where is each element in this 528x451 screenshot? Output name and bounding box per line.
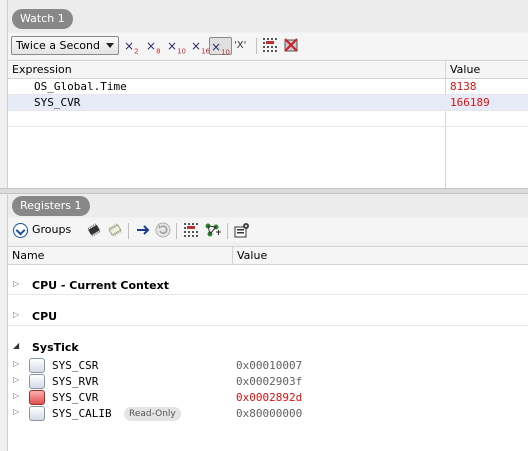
- format-signed-sub: 10: [221, 48, 230, 57]
- format-octal-sub: 8: [156, 47, 161, 56]
- register-row[interactable]: ▷ SYS_CSR 0x00010007: [8, 358, 528, 374]
- register-group-systick[interactable]: ◢ SysTick: [8, 327, 528, 357]
- format-decimal-button[interactable]: ×10: [167, 37, 186, 55]
- watch-value: 8138: [450, 80, 477, 93]
- register-name: SYS_CSR: [52, 359, 99, 372]
- format-signed-label: ×: [211, 40, 222, 54]
- value-column-header[interactable]: Value: [237, 249, 267, 262]
- format-octal-button[interactable]: ×8: [146, 37, 161, 55]
- register-icon: [29, 406, 45, 421]
- toolbar-separator: [256, 38, 257, 54]
- add-watch-icon[interactable]: [183, 222, 199, 241]
- register-value[interactable]: 0x80000000: [236, 407, 302, 420]
- table-row[interactable]: SYS_CVR 166189: [8, 95, 528, 111]
- toolbar-separator: [176, 223, 177, 239]
- register-icon: [29, 374, 45, 389]
- format-octal-label: ×: [146, 39, 157, 53]
- expand-arrow-icon[interactable]: ▷: [13, 359, 19, 368]
- group-label: CPU - Current Context: [32, 279, 169, 292]
- format-hex-label: ×: [191, 39, 202, 53]
- remove-all-watches-icon[interactable]: [283, 37, 299, 56]
- expand-arrow-icon[interactable]: ▷: [13, 375, 19, 384]
- refresh-icon[interactable]: [155, 222, 171, 241]
- collapse-arrow-icon[interactable]: ◢: [13, 341, 19, 350]
- pane-edge: [0, 0, 8, 188]
- format-binary-label: ×: [124, 39, 135, 53]
- format-signed-button[interactable]: ×10: [209, 37, 232, 57]
- registers-tab[interactable]: Registers 1: [12, 196, 90, 216]
- groups-label: Groups: [32, 223, 72, 236]
- pane-edge: [0, 194, 8, 451]
- expression-column-header[interactable]: Expression: [12, 63, 72, 76]
- empty-watch-row[interactable]: [8, 111, 528, 127]
- expand-arrow-icon[interactable]: ▷: [13, 391, 19, 400]
- graph-icon[interactable]: [204, 222, 222, 241]
- register-group-cpu[interactable]: ▷ CPU: [8, 296, 528, 326]
- settings-icon[interactable]: [233, 222, 251, 241]
- registers-table: Name Value ▷ CPU - Current Context ▷ CPU…: [8, 246, 528, 451]
- format-binary-button[interactable]: ×2: [124, 37, 139, 55]
- register-name: SYS_CALIB: [52, 407, 112, 420]
- chevron-down-icon: [13, 222, 28, 238]
- group-label: SysTick: [32, 341, 79, 354]
- watch-expression: OS_Global.Time: [34, 80, 127, 93]
- register-row[interactable]: ▷ SYS_RVR 0x0002903f: [8, 374, 528, 390]
- register-name: SYS_RVR: [52, 375, 99, 388]
- watch-expression: SYS_CVR: [34, 96, 81, 109]
- register-value[interactable]: 0x0002903f: [236, 375, 302, 388]
- watch-pane: Watch 1 Twice a Second ×2 ×8 ×10 ×16 ×10…: [0, 0, 528, 188]
- format-decimal-label: ×: [167, 39, 178, 53]
- register-group-cpu-current-context[interactable]: ▷ CPU - Current Context: [8, 265, 528, 295]
- chevron-down-icon: [106, 43, 114, 48]
- register-row[interactable]: ▷ SYS_CALIB Read-Only 0x80000000: [8, 406, 528, 422]
- register-icon: [29, 358, 45, 373]
- expand-arrow-icon[interactable]: ▷: [13, 407, 19, 416]
- format-char-button[interactable]: 'X': [234, 37, 246, 55]
- watch-tab[interactable]: Watch 1: [12, 9, 73, 29]
- name-column-header[interactable]: Name: [12, 249, 44, 262]
- registers-tabstrip: Registers 1: [8, 194, 528, 217]
- register-value[interactable]: 0x0002892d: [236, 391, 302, 404]
- toolbar-separator: [227, 223, 228, 239]
- refresh-rate-dropdown[interactable]: Twice a Second: [11, 36, 119, 55]
- peripheral-chip-icon[interactable]: [107, 222, 123, 241]
- arrow-right-icon[interactable]: [135, 222, 151, 241]
- registers-table-header: Name Value: [8, 247, 528, 265]
- registers-pane: Registers 1 Groups Name Value ▷ CPU - Cu…: [0, 194, 528, 451]
- watch-table: Expression Value OS_Global.Time 8138 SYS…: [8, 60, 528, 188]
- register-row[interactable]: ▷ SYS_CVR 0x0002892d: [8, 390, 528, 406]
- register-name: SYS_CVR: [52, 391, 99, 404]
- cpu-chip-icon[interactable]: [86, 222, 102, 241]
- register-value[interactable]: 0x00010007: [236, 359, 302, 372]
- refresh-rate-value: Twice a Second: [16, 39, 100, 52]
- value-column-header[interactable]: Value: [450, 63, 480, 76]
- table-row[interactable]: OS_Global.Time 8138: [8, 79, 528, 95]
- watch-table-header: Expression Value: [8, 61, 528, 79]
- column-divider[interactable]: [232, 247, 233, 265]
- watch-toolbar: Twice a Second ×2 ×8 ×10 ×16 ×10 'X': [8, 33, 528, 59]
- expand-arrow-icon[interactable]: ▷: [13, 310, 19, 319]
- watch-tabstrip: Watch 1: [8, 0, 528, 32]
- watch-value: 166189: [450, 96, 490, 109]
- read-only-badge: Read-Only: [124, 407, 181, 421]
- groups-button[interactable]: Groups: [13, 221, 71, 239]
- register-changed-icon: [29, 390, 45, 405]
- format-hex-button[interactable]: ×16: [191, 37, 210, 55]
- format-decimal-sub: 10: [177, 47, 186, 56]
- add-watch-icon[interactable]: [262, 37, 278, 56]
- format-binary-sub: 2: [134, 47, 139, 56]
- group-label: CPU: [32, 310, 58, 323]
- registers-toolbar: Groups: [8, 218, 528, 242]
- expand-arrow-icon[interactable]: ▷: [13, 279, 19, 288]
- toolbar-separator: [128, 223, 129, 239]
